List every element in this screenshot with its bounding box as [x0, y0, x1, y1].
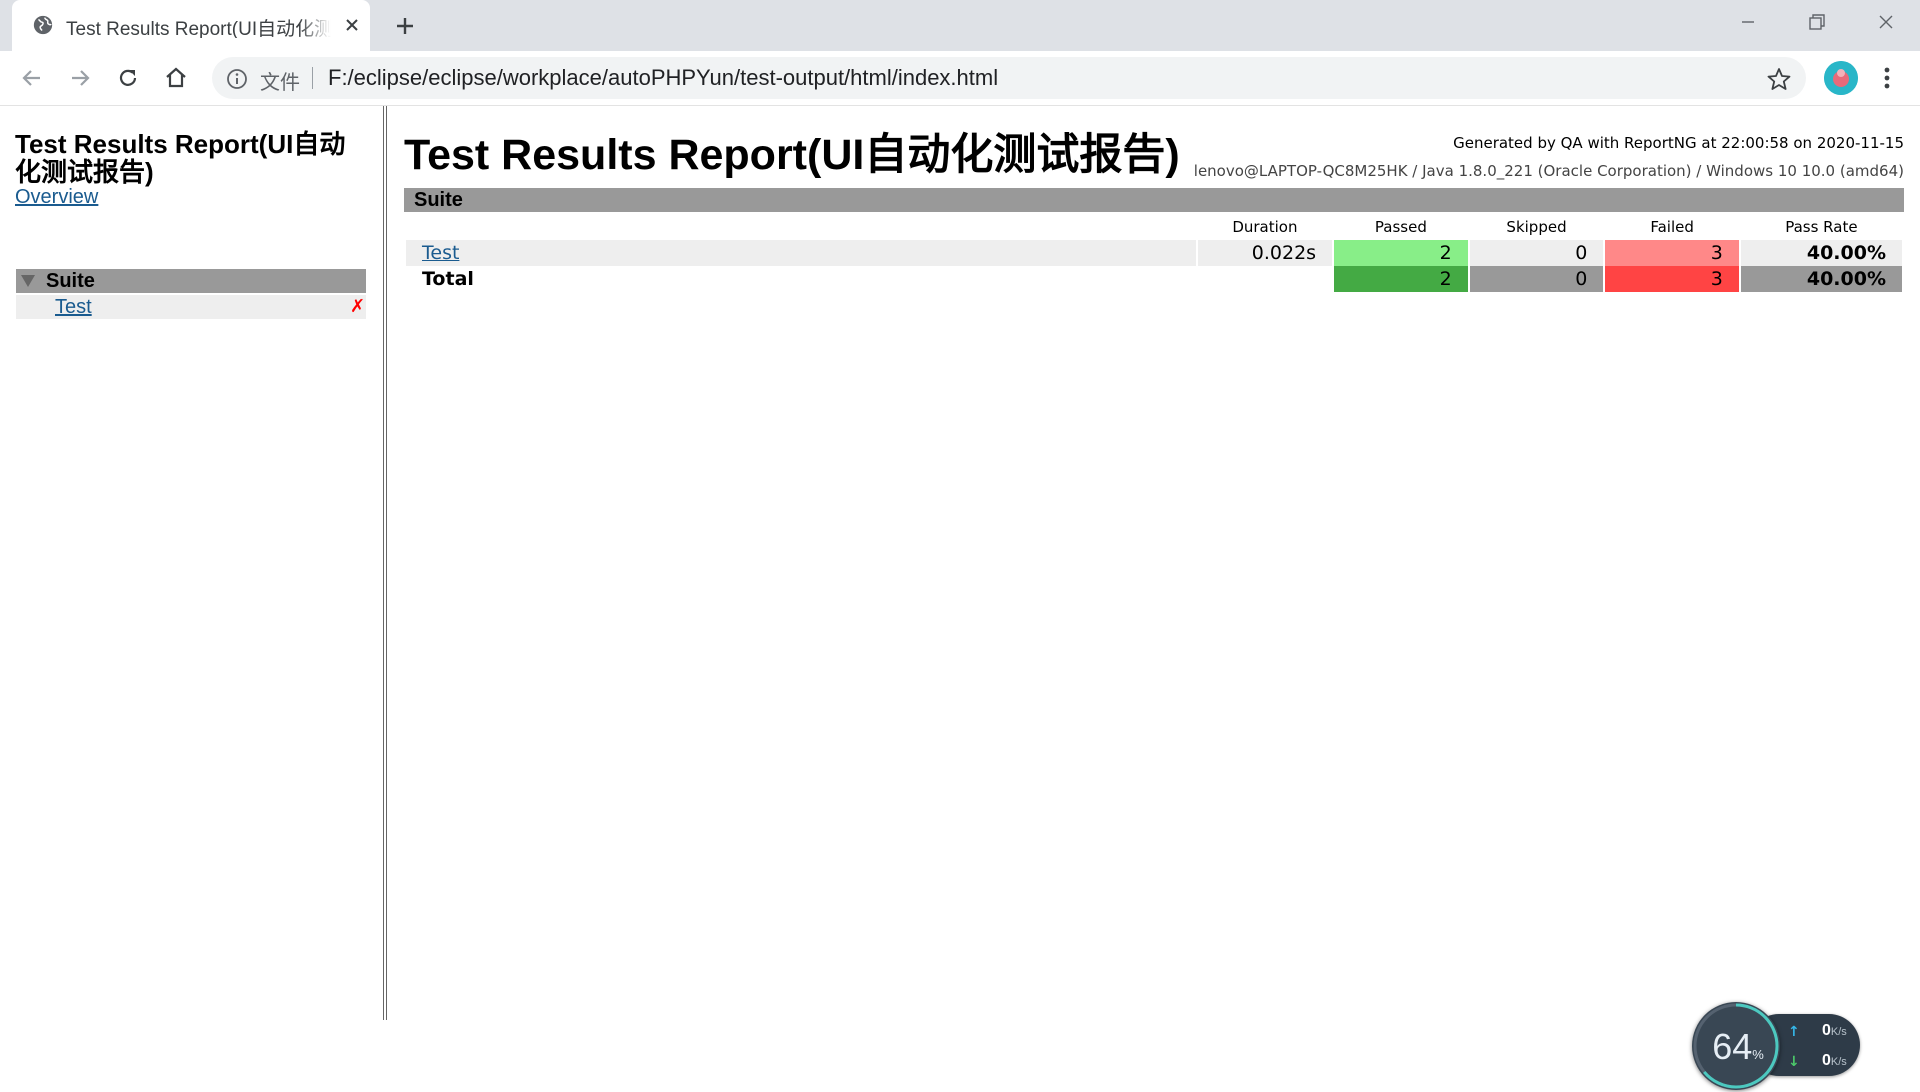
overview-link[interactable]: Overview: [15, 186, 98, 209]
results-header-row: Duration Passed Skipped Failed Pass Rate: [406, 214, 1902, 240]
home-icon[interactable]: [162, 64, 190, 92]
total-skipped-cell: 0: [1469, 266, 1604, 292]
forward-arrow-icon[interactable]: [66, 64, 94, 92]
failed-cell: 3: [1605, 240, 1739, 266]
suite-header-label: Suite: [414, 189, 463, 211]
report-page: Test Results Report(UI自动化测试报告) Overview …: [0, 106, 1920, 1090]
duration-cell: 0.022s: [1197, 240, 1333, 266]
profile-avatar[interactable]: [1824, 61, 1858, 95]
total-failed-cell: 3: [1605, 266, 1739, 292]
collapse-triangle-icon[interactable]: [21, 275, 35, 287]
system-info: lenovo@LAPTOP-QC8M25HK / Java 1.8.0_221 …: [1193, 162, 1904, 180]
upload-speed-value: 0: [1822, 1022, 1831, 1039]
sidebar-test-link[interactable]: Test: [55, 295, 92, 319]
back-arrow-icon[interactable]: [18, 64, 46, 92]
results-table: Duration Passed Skipped Failed Pass Rate…: [404, 214, 1904, 292]
usage-percent: 64%: [1708, 1026, 1768, 1068]
upload-speed-unit: K/s: [1830, 1026, 1847, 1038]
sidebar-test-item: Test ✗: [16, 295, 366, 319]
minimize-icon[interactable]: [1728, 8, 1768, 36]
total-passed-cell: 2: [1334, 266, 1468, 292]
pass-rate-cell: 40.00%: [1740, 240, 1902, 266]
download-speed-value: 0: [1822, 1052, 1831, 1069]
col-header-failed: Failed: [1650, 218, 1694, 236]
avatar-image: [1824, 61, 1858, 95]
generated-info: Generated by QA with ReportNG at 22:00:5…: [1453, 134, 1904, 152]
usage-percent-unit: %: [1752, 1047, 1764, 1062]
download-speed-unit: K/s: [1830, 1056, 1847, 1068]
close-tab-icon[interactable]: [342, 15, 362, 35]
info-icon[interactable]: [226, 68, 248, 90]
upload-arrow-icon: ↑: [1788, 1024, 1800, 1040]
sidebar-title: Test Results Report(UI自动化测试报告): [15, 129, 346, 187]
tab-strip: Test Results Report(UI自动化测试报告): [0, 0, 1920, 51]
bookmark-star-icon[interactable]: [1766, 66, 1792, 92]
restore-icon[interactable]: [1796, 8, 1836, 36]
network-speed-widget[interactable]: 64% ↑ ↓ 0K/s 0K/s: [1690, 1000, 1870, 1092]
total-duration-cell: [1197, 266, 1333, 292]
suite-header-bar: Suite: [404, 188, 1904, 212]
total-row: Total 2 0 3 40.00%: [406, 266, 1902, 292]
sidebar-suite-label: Suite: [46, 270, 95, 292]
download-speed: 0K/s: [1822, 1052, 1847, 1070]
browser-tab[interactable]: Test Results Report(UI自动化测试报告): [12, 0, 370, 51]
url-separator: [312, 67, 313, 89]
col-header-pass-rate: Pass Rate: [1785, 218, 1858, 236]
col-header-passed: Passed: [1374, 218, 1427, 236]
fail-cross-icon: ✗: [350, 296, 366, 317]
page-title: Test Results Report(UI自动化测试报告): [404, 131, 1180, 179]
download-arrow-icon: ↓: [1788, 1054, 1800, 1070]
report-main: Test Results Report(UI自动化测试报告) Generated…: [404, 106, 1904, 1020]
skipped-cell: 0: [1469, 240, 1604, 266]
globe-icon: [33, 15, 53, 35]
table-row: Test 0.022s 2 0 3 40.00%: [406, 240, 1902, 266]
address-bar[interactable]: 文件 F:/eclipse/eclipse/workplace/autoPHPY…: [212, 57, 1806, 99]
total-pass-rate-cell: 40.00%: [1740, 266, 1902, 292]
close-window-icon[interactable]: [1866, 8, 1906, 36]
new-tab-icon[interactable]: [392, 13, 418, 39]
report-sidebar: Test Results Report(UI自动化测试报告) Overview …: [0, 106, 387, 1020]
reload-icon[interactable]: [114, 64, 142, 92]
browser-toolbar: 文件 F:/eclipse/eclipse/workplace/autoPHPY…: [0, 51, 1920, 106]
url-scheme-label: 文件: [260, 70, 300, 94]
tab-title: Test Results Report(UI自动化测试报告): [66, 19, 331, 38]
upload-speed: 0K/s: [1822, 1022, 1847, 1040]
test-link[interactable]: Test: [422, 242, 459, 264]
total-label: Total: [422, 268, 474, 290]
usage-percent-value: 64: [1712, 1026, 1753, 1067]
url-text[interactable]: F:/eclipse/eclipse/workplace/autoPHPYun/…: [328, 65, 998, 91]
col-header-duration: Duration: [1232, 218, 1298, 236]
sidebar-suite-header[interactable]: Suite: [16, 269, 366, 293]
total-label-cell: Total: [406, 266, 1196, 292]
col-header-name: [406, 214, 1196, 240]
test-name-cell: Test: [406, 240, 1196, 266]
more-menu-icon[interactable]: [1876, 64, 1898, 92]
passed-cell: 2: [1334, 240, 1468, 266]
col-header-skipped: Skipped: [1506, 218, 1567, 236]
